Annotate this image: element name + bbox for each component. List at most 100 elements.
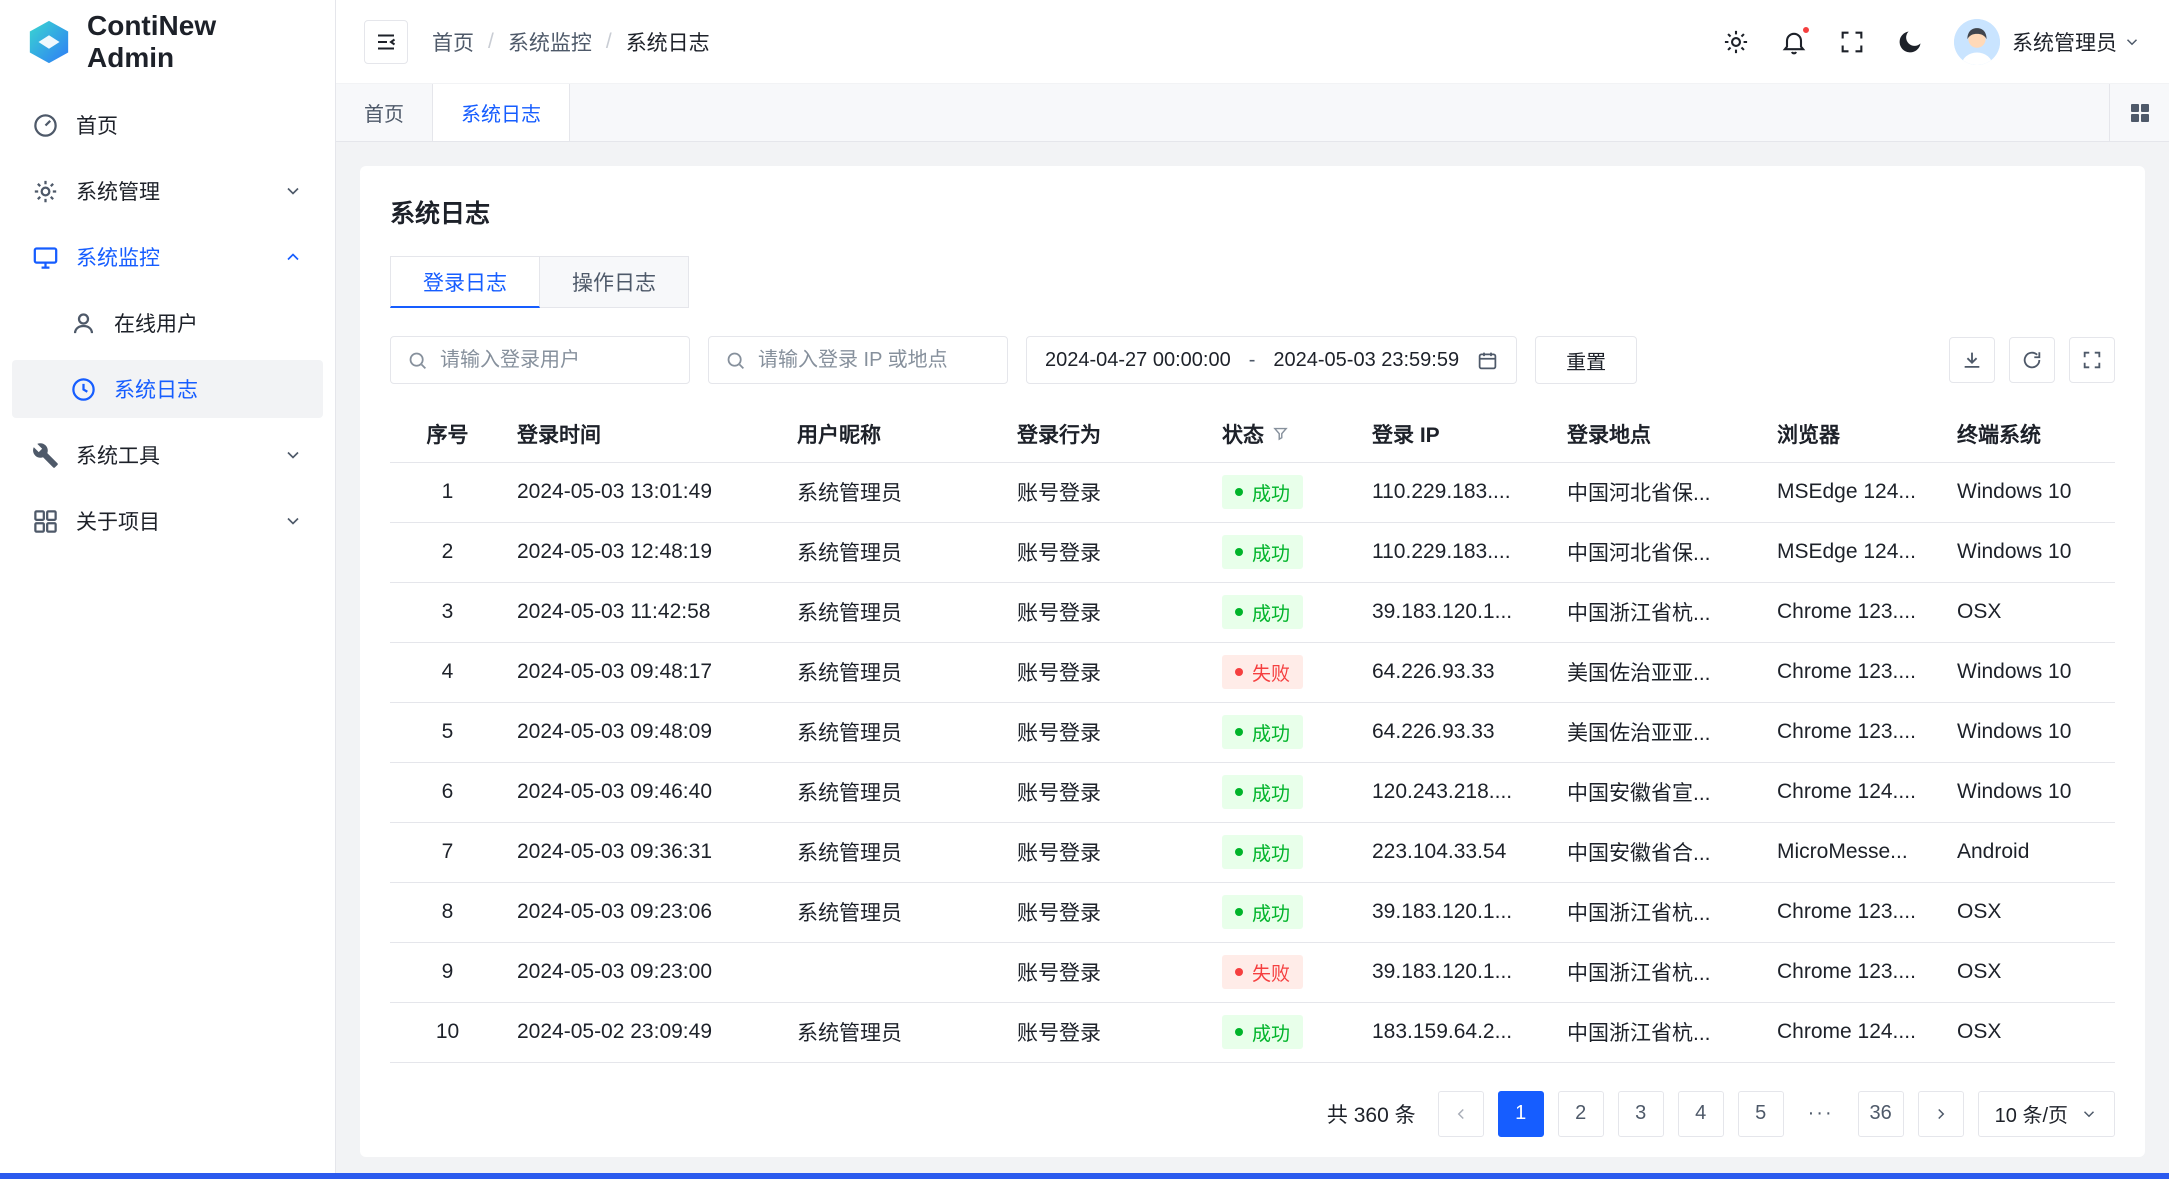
cell-time: 2024-05-03 09:36:31 [505, 822, 785, 882]
cell-ip: 120.243.218.... [1360, 762, 1555, 822]
prev-page-button[interactable] [1438, 1091, 1484, 1137]
status-badge: 失败 [1222, 655, 1303, 689]
tab-login-log[interactable]: 登录日志 [390, 256, 540, 308]
col-time: 登录时间 [505, 406, 785, 462]
download-icon[interactable] [1949, 337, 1995, 383]
cell-os: OSX [1945, 882, 2115, 942]
cell-location: 中国浙江省杭... [1555, 882, 1765, 942]
reset-button[interactable]: 重置 [1535, 336, 1637, 384]
cell-behavior: 账号登录 [1005, 522, 1210, 582]
layout-grid-icon[interactable] [2109, 84, 2169, 141]
page-button-3[interactable]: 3 [1618, 1091, 1664, 1137]
cell-time: 2024-05-03 11:42:58 [505, 582, 785, 642]
menu-fold-icon[interactable] [364, 20, 408, 64]
filter-funnel-icon[interactable] [1272, 425, 1289, 442]
cell-no: 2 [390, 522, 505, 582]
next-page-button[interactable] [1918, 1091, 1964, 1137]
cell-os: Windows 10 [1945, 642, 2115, 702]
cell-no: 8 [390, 882, 505, 942]
sidebar-item-system-mgmt[interactable]: 系统管理 [12, 162, 323, 220]
cell-status: 成功 [1210, 462, 1360, 522]
login-ip-search[interactable] [708, 336, 1008, 384]
sidebar-item-system-monitor[interactable]: 系统监控 [12, 228, 323, 286]
cell-location: 中国浙江省杭... [1555, 582, 1765, 642]
content-area: 系统日志 登录日志 操作日志 [336, 142, 2169, 1179]
search-input[interactable] [758, 349, 991, 372]
table-row: 4 2024-05-03 09:48:17 系统管理员 账号登录 失败 64.2… [390, 642, 2115, 702]
cell-os: OSX [1945, 1002, 2115, 1062]
page-button-5[interactable]: 5 [1738, 1091, 1784, 1137]
cell-location: 美国佐治亚亚... [1555, 702, 1765, 762]
search-input[interactable] [440, 349, 673, 372]
user-menu[interactable]: 系统管理员 [1954, 19, 2141, 65]
tab-system-logs[interactable]: 系统日志 [433, 84, 570, 141]
status-dot-icon [1235, 728, 1243, 736]
monitor-icon [32, 244, 59, 271]
cell-browser: MicroMesse... [1765, 822, 1945, 882]
settings-icon[interactable] [1722, 28, 1750, 56]
cell-status: 成功 [1210, 522, 1360, 582]
cell-browser: Chrome 124.... [1765, 1002, 1945, 1062]
logo[interactable]: ContiNew Admin [0, 0, 335, 84]
date-range-picker[interactable]: 2024-04-27 00:00:00 - 2024-05-03 23:59:5… [1026, 336, 1517, 384]
cell-time: 2024-05-03 13:01:49 [505, 462, 785, 522]
cell-status: 成功 [1210, 822, 1360, 882]
app-title: ContiNew Admin [87, 10, 309, 74]
cell-ip: 39.183.120.1... [1360, 882, 1555, 942]
status-dot-icon [1235, 968, 1243, 976]
page-button-2[interactable]: 2 [1558, 1091, 1604, 1137]
cell-ip: 64.226.93.33 [1360, 642, 1555, 702]
breadcrumb-item[interactable]: 首页 [432, 27, 474, 57]
table-row: 1 2024-05-03 13:01:49 系统管理员 账号登录 成功 110.… [390, 462, 2115, 522]
page-button-36[interactable]: 36 [1858, 1091, 1904, 1137]
sidebar-menu: 首页 系统管理 系统监控 [0, 84, 335, 570]
cell-location: 中国安徽省宣... [1555, 762, 1765, 822]
cell-nickname: 系统管理员 [785, 462, 1005, 522]
cell-nickname [785, 942, 1005, 1002]
cell-ip: 39.183.120.1... [1360, 582, 1555, 642]
sidebar-item-home[interactable]: 首页 [12, 96, 323, 154]
fullscreen-icon[interactable] [1838, 28, 1866, 56]
cell-status: 失败 [1210, 642, 1360, 702]
moon-icon[interactable] [1896, 28, 1924, 56]
table-header-row: 序号 登录时间 用户昵称 登录行为 状态 [390, 406, 2115, 462]
cell-no: 5 [390, 702, 505, 762]
cell-os: Windows 10 [1945, 522, 2115, 582]
chevron-down-icon [2080, 1105, 2098, 1123]
login-user-search[interactable] [390, 336, 690, 384]
cell-status: 成功 [1210, 582, 1360, 642]
page-button-1[interactable]: 1 [1498, 1091, 1544, 1137]
page-title: 系统日志 [390, 194, 2115, 230]
status-badge: 成功 [1222, 715, 1303, 749]
sidebar-item-about[interactable]: 关于项目 [12, 492, 323, 550]
breadcrumb-separator: / [488, 30, 494, 54]
col-status-label: 状态 [1222, 419, 1264, 449]
breadcrumb-item[interactable]: 系统监控 [508, 27, 592, 57]
cell-status: 成功 [1210, 702, 1360, 762]
bell-icon[interactable] [1780, 28, 1808, 56]
table-row: 8 2024-05-03 09:23:06 系统管理员 账号登录 成功 39.1… [390, 882, 2115, 942]
sidebar-item-online-users[interactable]: 在线用户 [12, 294, 323, 352]
log-table-body: 1 2024-05-03 13:01:49 系统管理员 账号登录 成功 110.… [390, 462, 2115, 1062]
tab-home[interactable]: 首页 [336, 84, 433, 141]
cell-behavior: 账号登录 [1005, 642, 1210, 702]
log-table: 序号 登录时间 用户昵称 登录行为 状态 [390, 406, 2115, 1063]
page-button-4[interactable]: 4 [1678, 1091, 1724, 1137]
pagination: 共 360 条 1 2 3 4 5 ··· 36 10 条/页 [390, 1091, 2115, 1137]
cell-time: 2024-05-02 23:09:49 [505, 1002, 785, 1062]
page-ellipsis[interactable]: ··· [1798, 1091, 1844, 1137]
col-browser: 浏览器 [1765, 406, 1945, 462]
refresh-icon[interactable] [2009, 337, 2055, 383]
sidebar-item-system-logs[interactable]: 系统日志 [12, 360, 323, 418]
cell-behavior: 账号登录 [1005, 882, 1210, 942]
cell-os: Windows 10 [1945, 702, 2115, 762]
cell-os: Windows 10 [1945, 762, 2115, 822]
tabbar-spacer [570, 84, 2109, 141]
tab-operation-log[interactable]: 操作日志 [540, 256, 689, 308]
page-size-select[interactable]: 10 条/页 [1978, 1091, 2115, 1137]
date-end: 2024-05-03 23:59:59 [1273, 349, 1459, 372]
cell-behavior: 账号登录 [1005, 762, 1210, 822]
sidebar-item-system-tools[interactable]: 系统工具 [12, 426, 323, 484]
expand-icon[interactable] [2069, 337, 2115, 383]
table-row: 10 2024-05-02 23:09:49 系统管理员 账号登录 成功 183… [390, 1002, 2115, 1062]
